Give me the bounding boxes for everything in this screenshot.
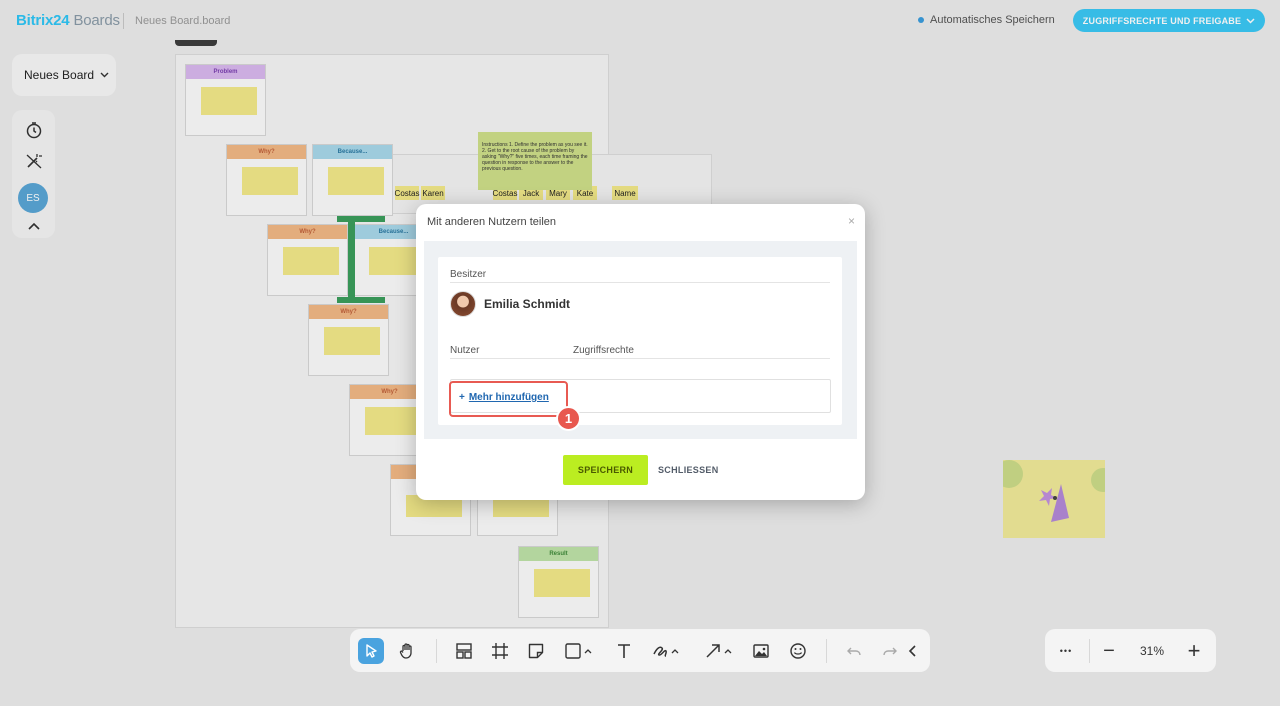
emoji-tool-icon[interactable]	[785, 638, 811, 664]
zoom-in-button[interactable]: +	[1181, 638, 1207, 664]
owner-avatar	[450, 291, 476, 317]
owner-name: Emilia Schmidt	[484, 297, 571, 311]
close-button[interactable]: SCHLIESSEN	[658, 465, 719, 475]
zoom-level: 31%	[1140, 644, 1165, 658]
users-column-label: Nutzer	[450, 345, 480, 356]
divider	[450, 358, 830, 359]
owner-label: Besitzer	[450, 269, 487, 280]
highlight-frame	[449, 381, 568, 417]
redo-icon[interactable]	[877, 638, 903, 664]
sticky-note-tool-icon[interactable]	[523, 638, 549, 664]
close-icon[interactable]: ×	[848, 214, 855, 228]
toolbar-divider	[1089, 639, 1090, 663]
template-tool-icon[interactable]	[451, 638, 477, 664]
select-tool-icon[interactable]	[358, 638, 384, 664]
undo-icon[interactable]	[841, 638, 867, 664]
rights-column-label: Zugriffsrechte	[573, 345, 634, 356]
toolbar-divider	[436, 639, 437, 663]
shape-tool-icon[interactable]	[562, 638, 598, 664]
step-badge: 1	[556, 406, 581, 431]
pen-tool-icon[interactable]	[649, 638, 685, 664]
share-dialog: Mit anderen Nutzern teilen × Besitzer Em…	[416, 204, 865, 500]
zoom-out-button[interactable]: −	[1096, 638, 1122, 664]
dialog-title: Mit anderen Nutzern teilen	[427, 216, 557, 228]
arrow-tool-icon[interactable]	[702, 638, 738, 664]
bottom-toolbar	[350, 629, 930, 672]
divider	[450, 282, 830, 283]
toolbar-divider	[826, 639, 827, 663]
chevron-left-icon[interactable]	[904, 638, 922, 664]
frame-tool-icon[interactable]	[487, 638, 513, 664]
more-options-icon[interactable]: •••	[1053, 638, 1079, 664]
hand-tool-icon[interactable]	[394, 638, 420, 664]
text-tool-icon[interactable]	[611, 638, 637, 664]
zoom-panel: ••• − 31% +	[1045, 629, 1216, 672]
save-button[interactable]: SPEICHERN	[563, 455, 648, 485]
image-tool-icon[interactable]	[748, 638, 774, 664]
